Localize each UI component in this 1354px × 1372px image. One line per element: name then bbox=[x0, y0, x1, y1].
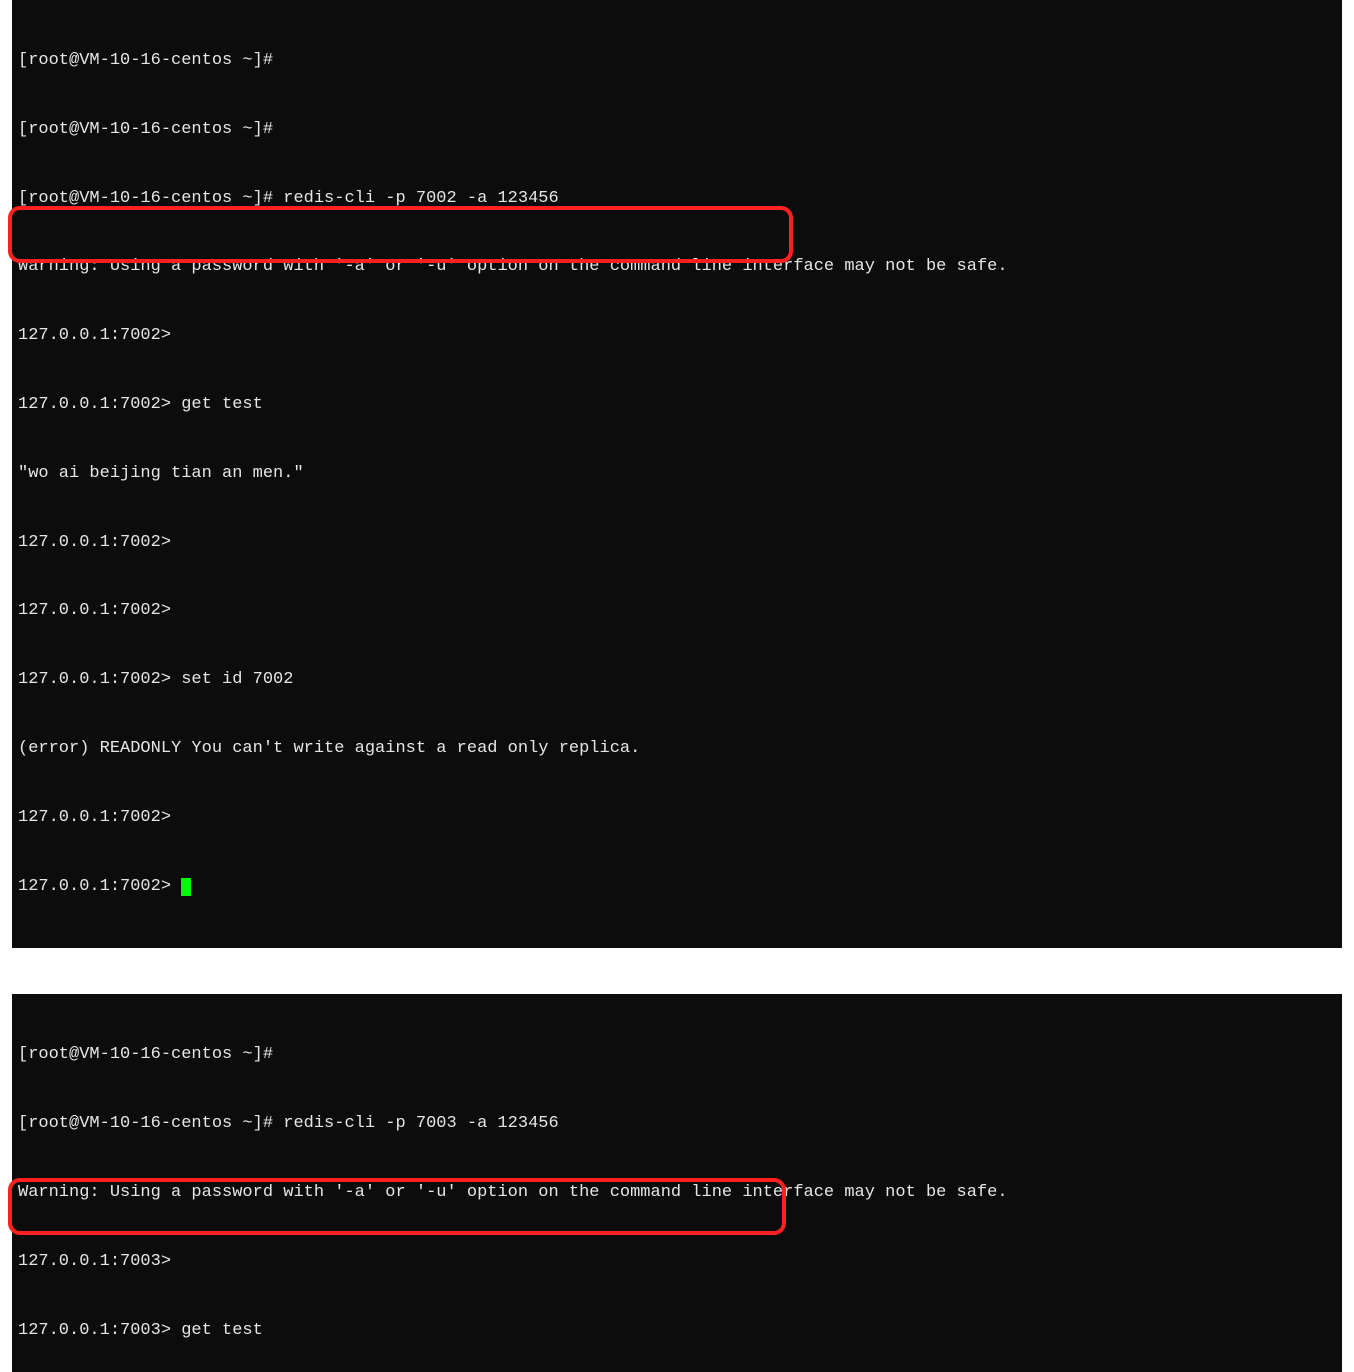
terminal-session-7002: [root@VM-10-16-centos ~]# [root@VM-10-16… bbox=[0, 0, 1354, 948]
terminal-prompt: 127.0.0.1:7002> bbox=[18, 877, 181, 896]
terminal-line: [root@VM-10-16-centos ~]# redis-cli -p 7… bbox=[18, 188, 1336, 211]
terminal-line: [root@VM-10-16-centos ~]# bbox=[18, 50, 1336, 73]
terminal-line: 127.0.0.1:7002> bbox=[18, 325, 1336, 348]
terminal-line: (error) READONLY You can't write against… bbox=[18, 738, 1336, 761]
terminal-output[interactable]: [root@VM-10-16-centos ~]# [root@VM-10-16… bbox=[12, 994, 1342, 1372]
terminal-line: 127.0.0.1:7002> bbox=[18, 532, 1336, 555]
terminal-line: Warning: Using a password with '-a' or '… bbox=[18, 1182, 1336, 1205]
terminal-line: "wo ai beijing tian an men." bbox=[18, 463, 1336, 486]
terminal-line: 127.0.0.1:7002> set id 7002 bbox=[18, 669, 1336, 692]
cursor-icon bbox=[181, 878, 191, 896]
terminal-line: [root@VM-10-16-centos ~]# bbox=[18, 1044, 1336, 1067]
terminal-line: Warning: Using a password with '-a' or '… bbox=[18, 256, 1336, 279]
terminal-line: 127.0.0.1:7003> bbox=[18, 1251, 1336, 1274]
terminal-line: [root@VM-10-16-centos ~]# bbox=[18, 119, 1336, 142]
terminal-line: 127.0.0.1:7002> get test bbox=[18, 394, 1336, 417]
terminal-output[interactable]: [root@VM-10-16-centos ~]# [root@VM-10-16… bbox=[12, 0, 1342, 948]
terminal-line: 127.0.0.1:7002> bbox=[18, 600, 1336, 623]
terminal-prompt-line[interactable]: 127.0.0.1:7002> bbox=[18, 876, 1336, 899]
terminal-line: [root@VM-10-16-centos ~]# redis-cli -p 7… bbox=[18, 1113, 1336, 1136]
terminal-session-7003: [root@VM-10-16-centos ~]# [root@VM-10-16… bbox=[0, 994, 1354, 1372]
terminal-line: 127.0.0.1:7002> bbox=[18, 807, 1336, 830]
terminal-line: 127.0.0.1:7003> get test bbox=[18, 1320, 1336, 1343]
